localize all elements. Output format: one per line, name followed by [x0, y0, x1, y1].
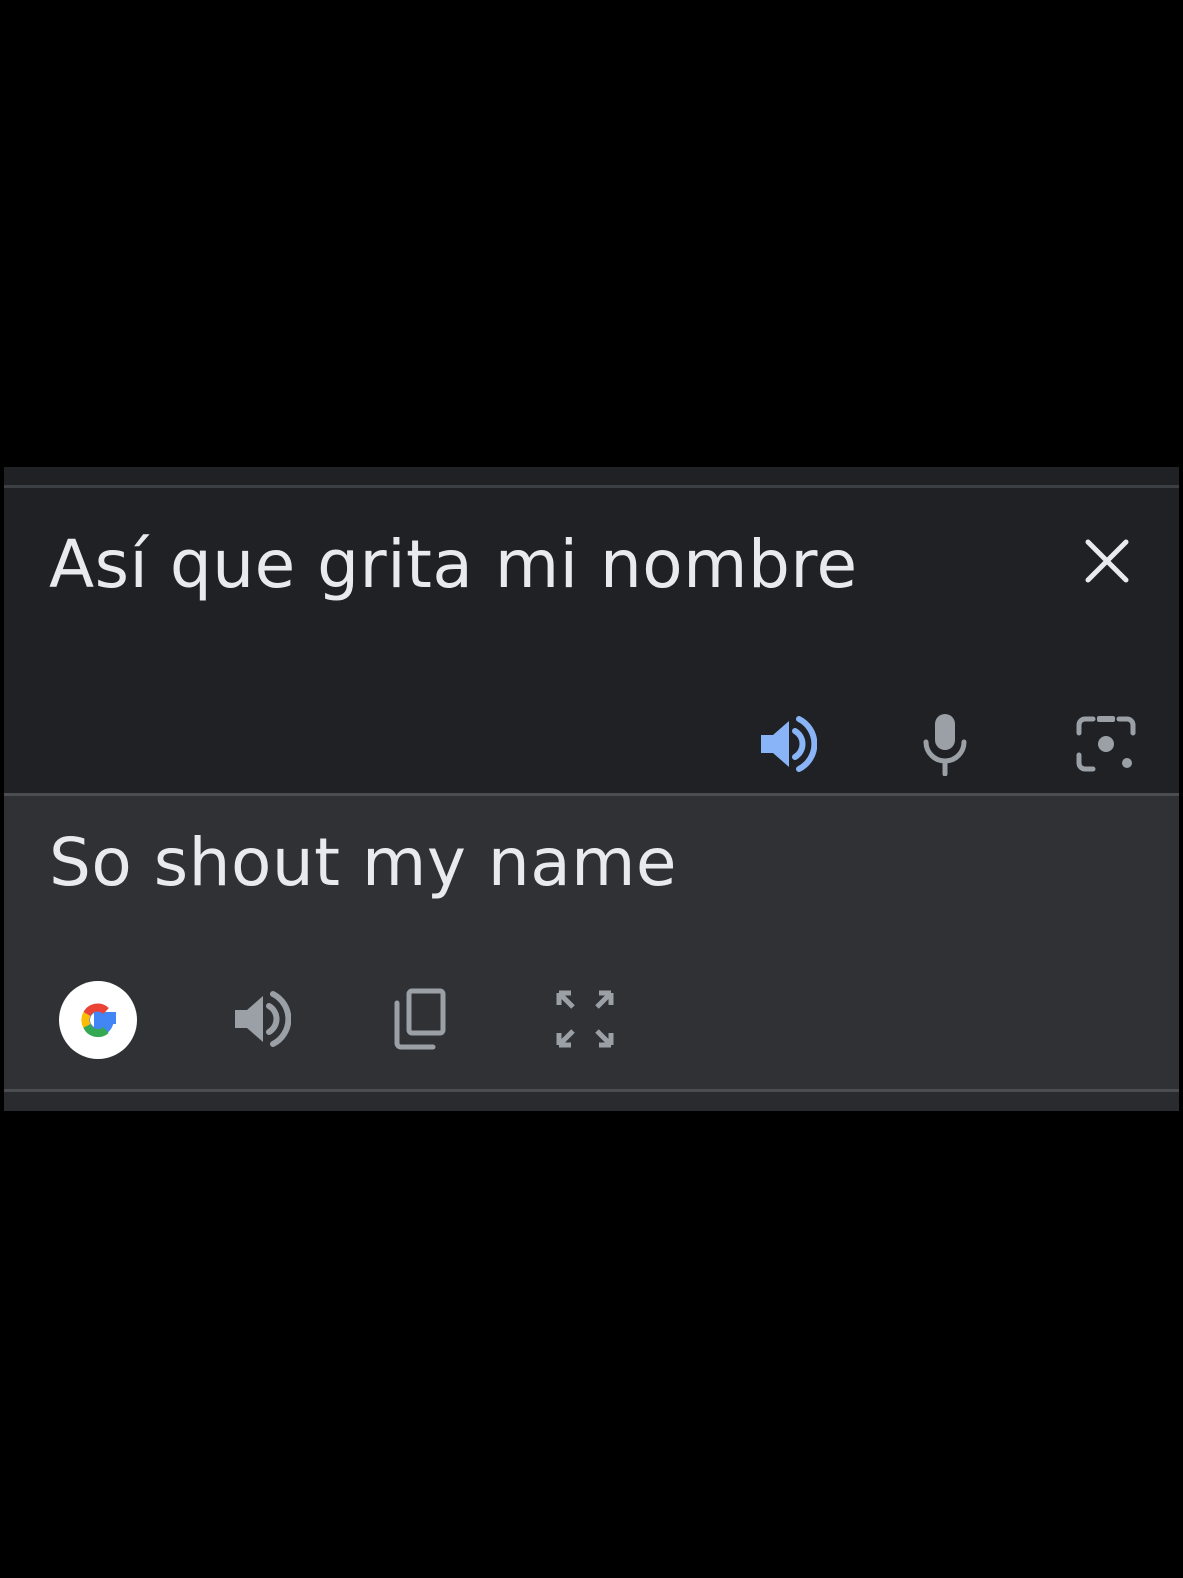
translate-card: Así que grita mi nombre So shout my name [4, 467, 1179, 1111]
google-icon [81, 1003, 116, 1038]
copy-icon [394, 988, 446, 1050]
close-button[interactable] [1076, 530, 1138, 592]
target-section: So shout my name [4, 796, 1179, 1089]
bottom-strip [4, 1092, 1179, 1111]
translated-text: So shout my name [49, 824, 678, 901]
target-listen-button[interactable] [224, 983, 296, 1055]
mic-icon [923, 714, 967, 776]
source-text[interactable]: Así que grita mi nombre [49, 526, 858, 603]
google-search-button[interactable] [59, 981, 137, 1059]
camera-lens-icon [1076, 716, 1136, 772]
camera-translate-button[interactable] [1070, 708, 1142, 780]
close-icon [1085, 539, 1129, 583]
fullscreen-button[interactable] [549, 983, 621, 1055]
volume-icon [761, 716, 817, 772]
fullscreen-icon [556, 990, 614, 1048]
source-section: Así que grita mi nombre [4, 488, 1179, 793]
voice-input-button[interactable] [909, 708, 981, 780]
volume-icon [235, 991, 291, 1047]
source-listen-button[interactable] [750, 708, 822, 780]
copy-button[interactable] [383, 983, 455, 1055]
